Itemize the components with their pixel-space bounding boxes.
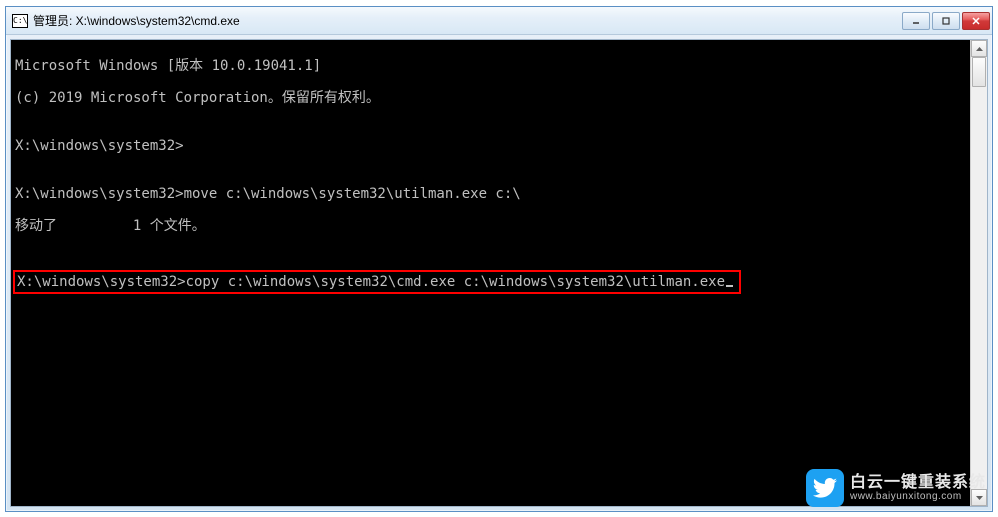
terminal-output[interactable]: Microsoft Windows [版本 10.0.19041.1] (c) … bbox=[11, 40, 970, 506]
prompt-line: X:\windows\system32> bbox=[15, 138, 966, 154]
maximize-button[interactable] bbox=[932, 12, 960, 30]
vertical-scrollbar[interactable] bbox=[970, 40, 987, 506]
command-line: X:\windows\system32>move c:\windows\syst… bbox=[15, 186, 966, 202]
command-prompt-window: C:\ 管理员: X:\windows\system32\cmd.exe Mic… bbox=[5, 6, 993, 512]
output-line: 移动了 1 个文件。 bbox=[15, 218, 966, 234]
output-line: Microsoft Windows [版本 10.0.19041.1] bbox=[15, 58, 966, 74]
window-controls bbox=[902, 12, 990, 30]
window-title: 管理员: X:\windows\system32\cmd.exe bbox=[33, 12, 902, 29]
titlebar[interactable]: C:\ 管理员: X:\windows\system32\cmd.exe bbox=[6, 7, 992, 35]
cursor-icon bbox=[726, 285, 733, 287]
output-line: (c) 2019 Microsoft Corporation。保留所有权利。 bbox=[15, 90, 966, 106]
minimize-button[interactable] bbox=[902, 12, 930, 30]
cmd-icon: C:\ bbox=[12, 14, 28, 28]
terminal-container: Microsoft Windows [版本 10.0.19041.1] (c) … bbox=[10, 39, 988, 507]
close-button[interactable] bbox=[962, 12, 990, 30]
prompt: X:\windows\system32> bbox=[17, 274, 186, 290]
scroll-track[interactable] bbox=[971, 57, 987, 489]
highlighted-command: X:\windows\system32>copy c:\windows\syst… bbox=[13, 270, 741, 294]
command-text: copy c:\windows\system32\cmd.exe c:\wind… bbox=[186, 274, 725, 290]
scroll-up-button[interactable] bbox=[971, 40, 987, 57]
scroll-down-button[interactable] bbox=[971, 489, 987, 506]
scroll-thumb[interactable] bbox=[972, 57, 986, 87]
